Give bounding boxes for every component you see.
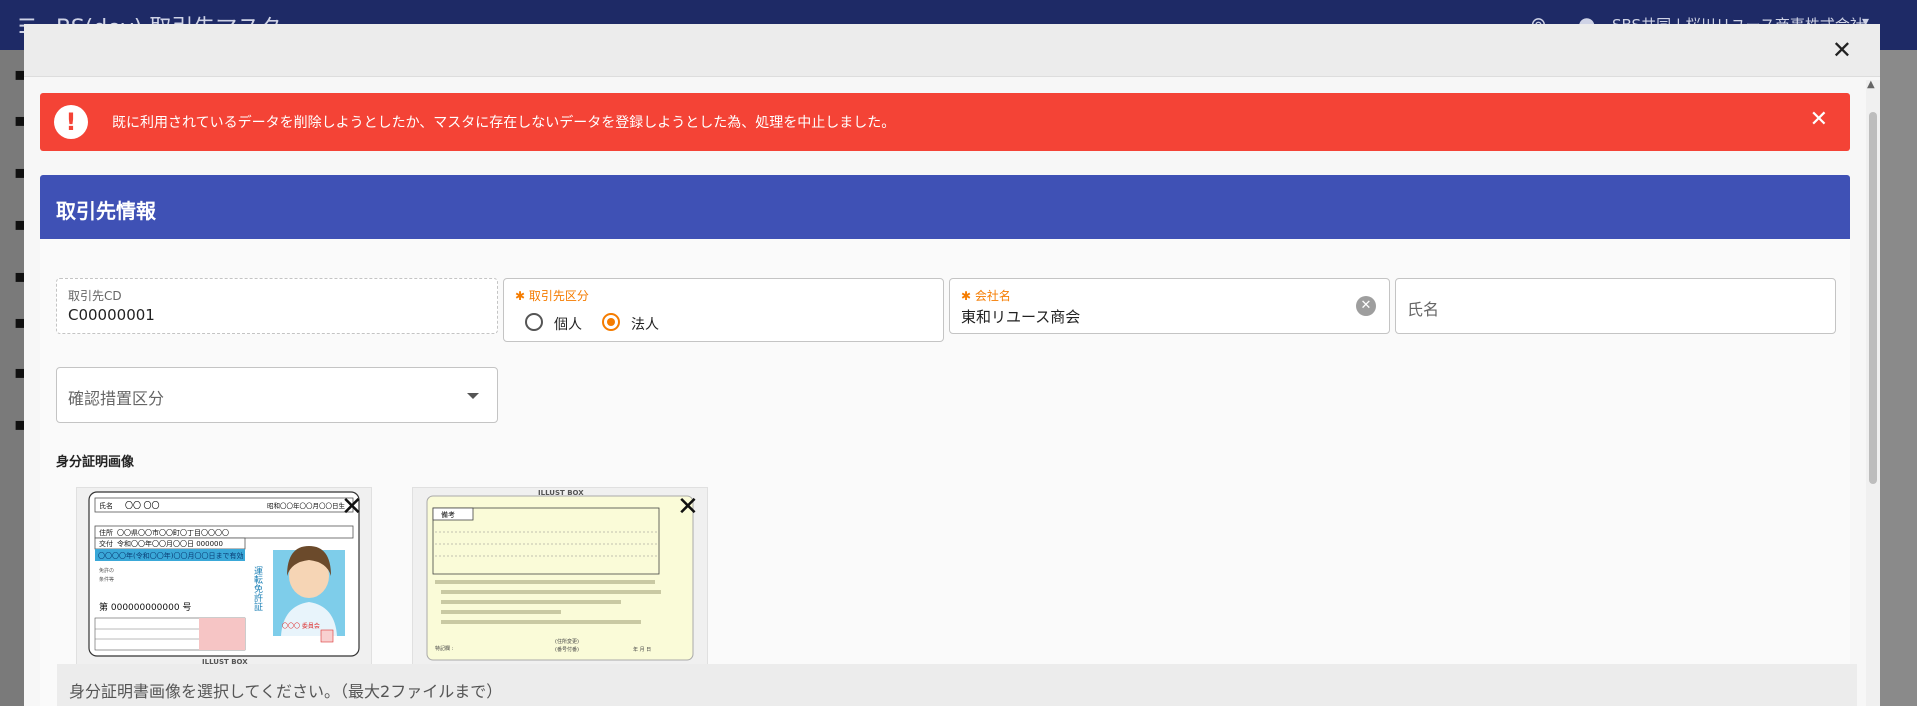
file-upload-dropzone[interactable]: 身分証明書画像を選択してください。（最大2ファイルまで） <box>57 664 1857 706</box>
card1-number: 第 000000000000 号 <box>99 601 191 613</box>
partner-type-label: ✱ 取引先区分 <box>515 289 589 303</box>
card1-issue-value: 令和〇〇年〇〇月〇〇日 000000 <box>117 539 223 548</box>
card1-birth: 昭和〇〇年〇〇月〇〇日生 <box>267 501 346 510</box>
remove-image-2-icon[interactable]: ✕ <box>677 492 699 522</box>
card-header: 取引先情報 <box>40 175 1850 239</box>
alert-icon: ! <box>54 105 88 139</box>
id-image-2[interactable]: ILLUST BOX 備考 特記欄 : (住所変更) (番号付番) 年 月 日 … <box>412 487 708 667</box>
card2-logo: ILLUST BOX <box>538 489 584 497</box>
partner-dialog: ✕ ▲ ! 既に利用されているデータを削除しようとしたか、マスタに存在しないデー… <box>24 24 1880 706</box>
scrollbar-thumb[interactable] <box>1869 112 1877 484</box>
card2-remarks-label: 備考 <box>441 510 455 519</box>
company-name-label: ✱ 会社名 <box>961 289 1011 303</box>
dialog-close-icon[interactable]: ✕ <box>1832 36 1852 64</box>
confirm-method-placeholder: 確認措置区分 <box>68 389 165 408</box>
person-name-field[interactable]: 氏名 <box>1395 278 1836 334</box>
svg-text:免許の: 免許の <box>99 567 114 574</box>
file-upload-placeholder: 身分証明書画像を選択してください。（最大2ファイルまで） <box>69 682 503 701</box>
alert-message: 既に利用されているデータを削除しようとしたか、マスタに存在しないデータを登録しよ… <box>112 115 896 131</box>
card1-name-label: 氏名 <box>99 501 113 510</box>
card-title: 取引先情報 <box>56 199 156 223</box>
id-images-heading: 身分証明画像 <box>56 455 135 470</box>
card1-addr-label: 住所 <box>99 528 113 537</box>
svg-text:条件等: 条件等 <box>99 576 114 583</box>
card2-foot1: (住所変更) <box>555 638 579 645</box>
company-name-input[interactable]: 東和リユース商会 <box>961 306 1080 327</box>
card1-valid: 〇〇〇〇年(令和〇〇年)〇〇月〇〇日まで有効 <box>98 551 243 560</box>
partner-cd-label: 取引先CD <box>68 289 122 303</box>
card1-addr-value: 〇〇県〇〇市〇〇町〇丁目〇〇〇〇 <box>117 528 229 537</box>
company-name-field[interactable]: ✱ 会社名 東和リユース商会 ✕ <box>949 278 1390 334</box>
card1-side-text: 運転免許証 <box>252 566 263 612</box>
chevron-down-icon[interactable] <box>467 393 479 399</box>
card1-issue-label: 交付 <box>99 539 113 548</box>
id-image-1[interactable]: 氏名 〇〇 〇〇 昭和〇〇年〇〇月〇〇日生 住所 〇〇県〇〇市〇〇町〇丁目〇〇〇… <box>76 487 372 667</box>
radio-corporation[interactable] <box>602 313 620 331</box>
card1-seal: 〇〇〇 委員会 <box>282 622 320 630</box>
radio-individual[interactable] <box>525 313 543 331</box>
partner-cd-field: 取引先CD C00000001 <box>56 278 498 334</box>
radio-corporation-label[interactable]: 法人 <box>631 314 659 334</box>
card2-foot2: (番号付番) <box>555 646 579 653</box>
partner-type-field: ✱ 取引先区分 個人 法人 <box>503 278 944 342</box>
card1-name-value: 〇〇 〇〇 <box>125 501 160 510</box>
dialog-header: ✕ <box>24 24 1880 77</box>
driver-license-front-image: 氏名 〇〇 〇〇 昭和〇〇年〇〇月〇〇日生 住所 〇〇県〇〇市〇〇町〇丁目〇〇〇… <box>77 488 371 666</box>
clear-icon[interactable]: ✕ <box>1356 296 1376 316</box>
confirm-method-select[interactable]: 確認措置区分 <box>56 367 498 423</box>
remove-image-1-icon[interactable]: ✕ <box>341 492 363 522</box>
person-name-input[interactable]: 氏名 <box>1407 296 1439 320</box>
driver-license-back-image: ILLUST BOX 備考 特記欄 : (住所変更) (番号付番) 年 月 日 <box>413 488 707 666</box>
alert-close-icon[interactable]: ✕ <box>1810 107 1828 132</box>
side-nav: ▪ ▪ ▪ ▪ ▪ ▪ ▪ ▪ <box>0 50 26 706</box>
card2-foot3: 年 月 日 <box>633 646 651 653</box>
card-body: 取引先CD C00000001 ✱ 取引先区分 個人 法人 ✱ 会社名 東和リユ… <box>40 239 1850 706</box>
partner-cd-value: C00000001 <box>68 306 155 324</box>
scroll-up-icon[interactable]: ▲ <box>1867 79 1875 90</box>
card2-foot4: 特記欄 : <box>435 645 454 652</box>
error-alert: ! 既に利用されているデータを削除しようとしたか、マスタに存在しないデータを登録… <box>40 93 1850 151</box>
radio-individual-label[interactable]: 個人 <box>554 314 582 334</box>
